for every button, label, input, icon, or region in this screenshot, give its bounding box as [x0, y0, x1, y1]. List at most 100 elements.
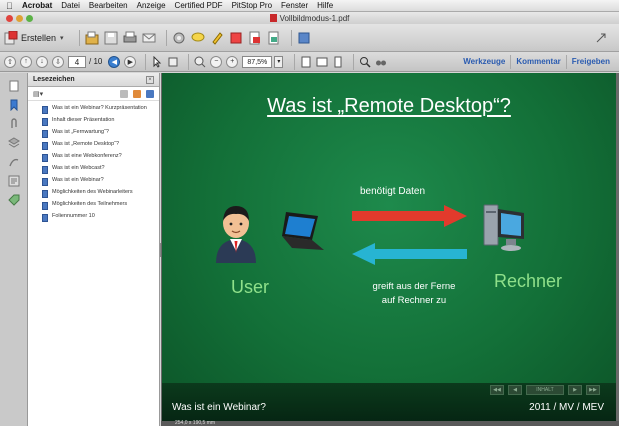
- save-icon[interactable]: [104, 31, 118, 45]
- bookmark-icon: [42, 214, 48, 222]
- next-page-button[interactable]: ↓: [36, 55, 48, 68]
- toolbar-divider: [188, 53, 190, 70]
- navigation-toolbar: ⇧ ↑ ↓ ⇩ 4 / 10 ◀ ▶ − + 87,5% ▾ Werkzeuge…: [0, 52, 619, 72]
- settings-icon[interactable]: [172, 31, 186, 45]
- remote-access-line-2: auf Rechner zu: [381, 295, 447, 306]
- search-icon[interactable]: [359, 56, 371, 68]
- bookmark-icon: [42, 166, 48, 174]
- toolbar-divider: [145, 53, 147, 70]
- bookmark-label: Inhalt dieser Präsentation: [52, 117, 115, 123]
- fit-page-icon[interactable]: [300, 56, 312, 68]
- expand-bookmark-icon[interactable]: [146, 89, 154, 98]
- bookmark-label: Was ist ein Webinar?: [52, 177, 104, 183]
- attach-icon[interactable]: [248, 31, 262, 45]
- bookmarks-panel: Lesezeichen × ▤▾ Was ist ein Webinar? Ku…: [28, 73, 164, 426]
- bookmark-label: Was ist ein Webinar? Kurzpräsentation: [52, 105, 147, 111]
- bookmark-item[interactable]: Was ist ein Webcast?: [42, 165, 157, 174]
- chevron-down-icon: ▾: [60, 34, 64, 42]
- marquee-zoom-icon[interactable]: [194, 56, 206, 68]
- layers-icon[interactable]: [7, 137, 20, 149]
- select-tool-icon[interactable]: [151, 55, 163, 68]
- tab-freigeben[interactable]: Freigeben: [565, 55, 615, 69]
- print-icon[interactable]: [123, 31, 137, 45]
- previous-page-button[interactable]: ↑: [20, 55, 32, 68]
- slide-footer-title: Was ist ein Webinar?: [172, 402, 266, 413]
- menu-certified-pdf[interactable]: Certified PDF: [175, 1, 223, 10]
- tags-icon[interactable]: [7, 194, 20, 206]
- slide-next-button[interactable]: ▶: [568, 385, 582, 395]
- bookmark-label: Was ist eine Webkonferenz?: [52, 153, 122, 159]
- user-icon: [216, 206, 256, 263]
- page-total: / 10: [89, 57, 103, 66]
- scroll-mode-icon[interactable]: [332, 56, 344, 68]
- slide-first-button[interactable]: ◀◀: [490, 385, 504, 395]
- forward-view-button[interactable]: ▶: [124, 55, 137, 68]
- bookmark-item[interactable]: Was ist eine Webkonferenz?: [42, 153, 157, 162]
- options-menu-icon[interactable]: ▤▾: [33, 90, 115, 98]
- bookmarks-title: Lesezeichen: [33, 76, 75, 83]
- bookmark-item[interactable]: Foliennummer 10: [42, 213, 157, 222]
- computer-icon: [483, 204, 524, 251]
- bookmark-icon: [42, 106, 48, 114]
- bookmark-label: Foliennummer 10: [52, 213, 95, 219]
- tab-werkzeuge[interactable]: Werkzeuge: [458, 55, 510, 69]
- bookmark-item[interactable]: Was ist ein Webinar? Kurzpräsentation: [42, 105, 157, 114]
- fit-width-icon[interactable]: [316, 56, 328, 68]
- slide-contents-button[interactable]: INHALT: [526, 385, 564, 395]
- bookmarks-icon[interactable]: [8, 99, 20, 111]
- pdf-file-icon: [269, 13, 277, 22]
- slide-footer-credit: 2011 / MV / MEV: [529, 402, 604, 413]
- back-view-button[interactable]: ◀: [108, 55, 121, 68]
- menu-hilfe[interactable]: Hilfe: [317, 1, 333, 10]
- bookmark-item[interactable]: Was ist „Remote Desktop“?: [42, 141, 157, 150]
- bookmark-label: Was ist ein Webcast?: [52, 165, 105, 171]
- bookmark-item[interactable]: Möglichkeiten des Teilnehmers: [42, 201, 157, 210]
- comment-icon[interactable]: [191, 31, 205, 45]
- bookmark-item[interactable]: Inhalt dieser Präsentation: [42, 117, 157, 126]
- stamp-icon[interactable]: [229, 31, 243, 45]
- arrow-right-icon: [352, 205, 467, 227]
- last-page-button[interactable]: ⇩: [52, 55, 64, 68]
- signatures-icon[interactable]: [8, 156, 20, 168]
- email-icon[interactable]: [142, 31, 156, 45]
- bookmark-item[interactable]: Was ist „Fernwartung“?: [42, 129, 157, 138]
- zoom-input[interactable]: 87,5%: [242, 55, 273, 68]
- menu-anzeige[interactable]: Anzeige: [137, 1, 166, 10]
- zoom-out-button[interactable]: −: [210, 55, 223, 68]
- menu-fenster[interactable]: Fenster: [281, 1, 308, 10]
- expand-toolbar-icon[interactable]: [594, 31, 608, 45]
- system-menubar:  Acrobat Datei Bearbeiten Anzeige Certi…: [0, 0, 619, 12]
- delete-bookmark-icon[interactable]: [120, 89, 128, 98]
- menu-pitstop-pro[interactable]: PitStop Pro: [232, 1, 272, 10]
- open-icon[interactable]: [85, 31, 99, 45]
- page-thumbnails-icon[interactable]: [8, 80, 20, 92]
- close-panel-button[interactable]: ×: [146, 75, 154, 84]
- bookmark-item[interactable]: Was ist ein Webinar?: [42, 177, 157, 186]
- export-icon[interactable]: [267, 31, 281, 45]
- new-bookmark-icon[interactable]: [133, 89, 141, 98]
- content-icon[interactable]: [8, 175, 20, 187]
- menu-acrobat[interactable]: Acrobat: [22, 1, 52, 10]
- page-number-input[interactable]: 4: [68, 55, 86, 68]
- menu-datei[interactable]: Datei: [61, 1, 80, 10]
- first-page-button[interactable]: ⇧: [4, 55, 16, 68]
- bookmark-label: Was ist „Fernwartung“?: [52, 129, 109, 135]
- bookmark-item[interactable]: Möglichkeiten des Webinarleiters: [42, 189, 157, 198]
- bookmark-label: Möglichkeiten des Teilnehmers: [52, 201, 128, 207]
- tab-kommentar[interactable]: Kommentar: [510, 55, 565, 69]
- menu-bearbeiten[interactable]: Bearbeiten: [89, 1, 128, 10]
- highlight-icon[interactable]: [210, 31, 224, 45]
- slide-last-button[interactable]: ▶▶: [586, 385, 600, 395]
- share-icon[interactable]: [297, 31, 311, 45]
- laptop-icon: [282, 212, 324, 250]
- zoom-in-button[interactable]: +: [226, 55, 239, 68]
- toolbar-divider: [78, 29, 80, 46]
- binoculars-icon[interactable]: [375, 56, 387, 68]
- hand-tool-icon[interactable]: [167, 56, 179, 68]
- apple-menu-icon[interactable]: : [6, 1, 22, 11]
- slide-prev-button[interactable]: ◀: [508, 385, 522, 395]
- zoom-dropdown-button[interactable]: ▾: [274, 55, 284, 68]
- create-button[interactable]: Erstellen ▾: [4, 30, 64, 45]
- window-titlebar: Vollbildmodus-1.pdf: [0, 12, 619, 24]
- attachments-icon[interactable]: [8, 118, 20, 130]
